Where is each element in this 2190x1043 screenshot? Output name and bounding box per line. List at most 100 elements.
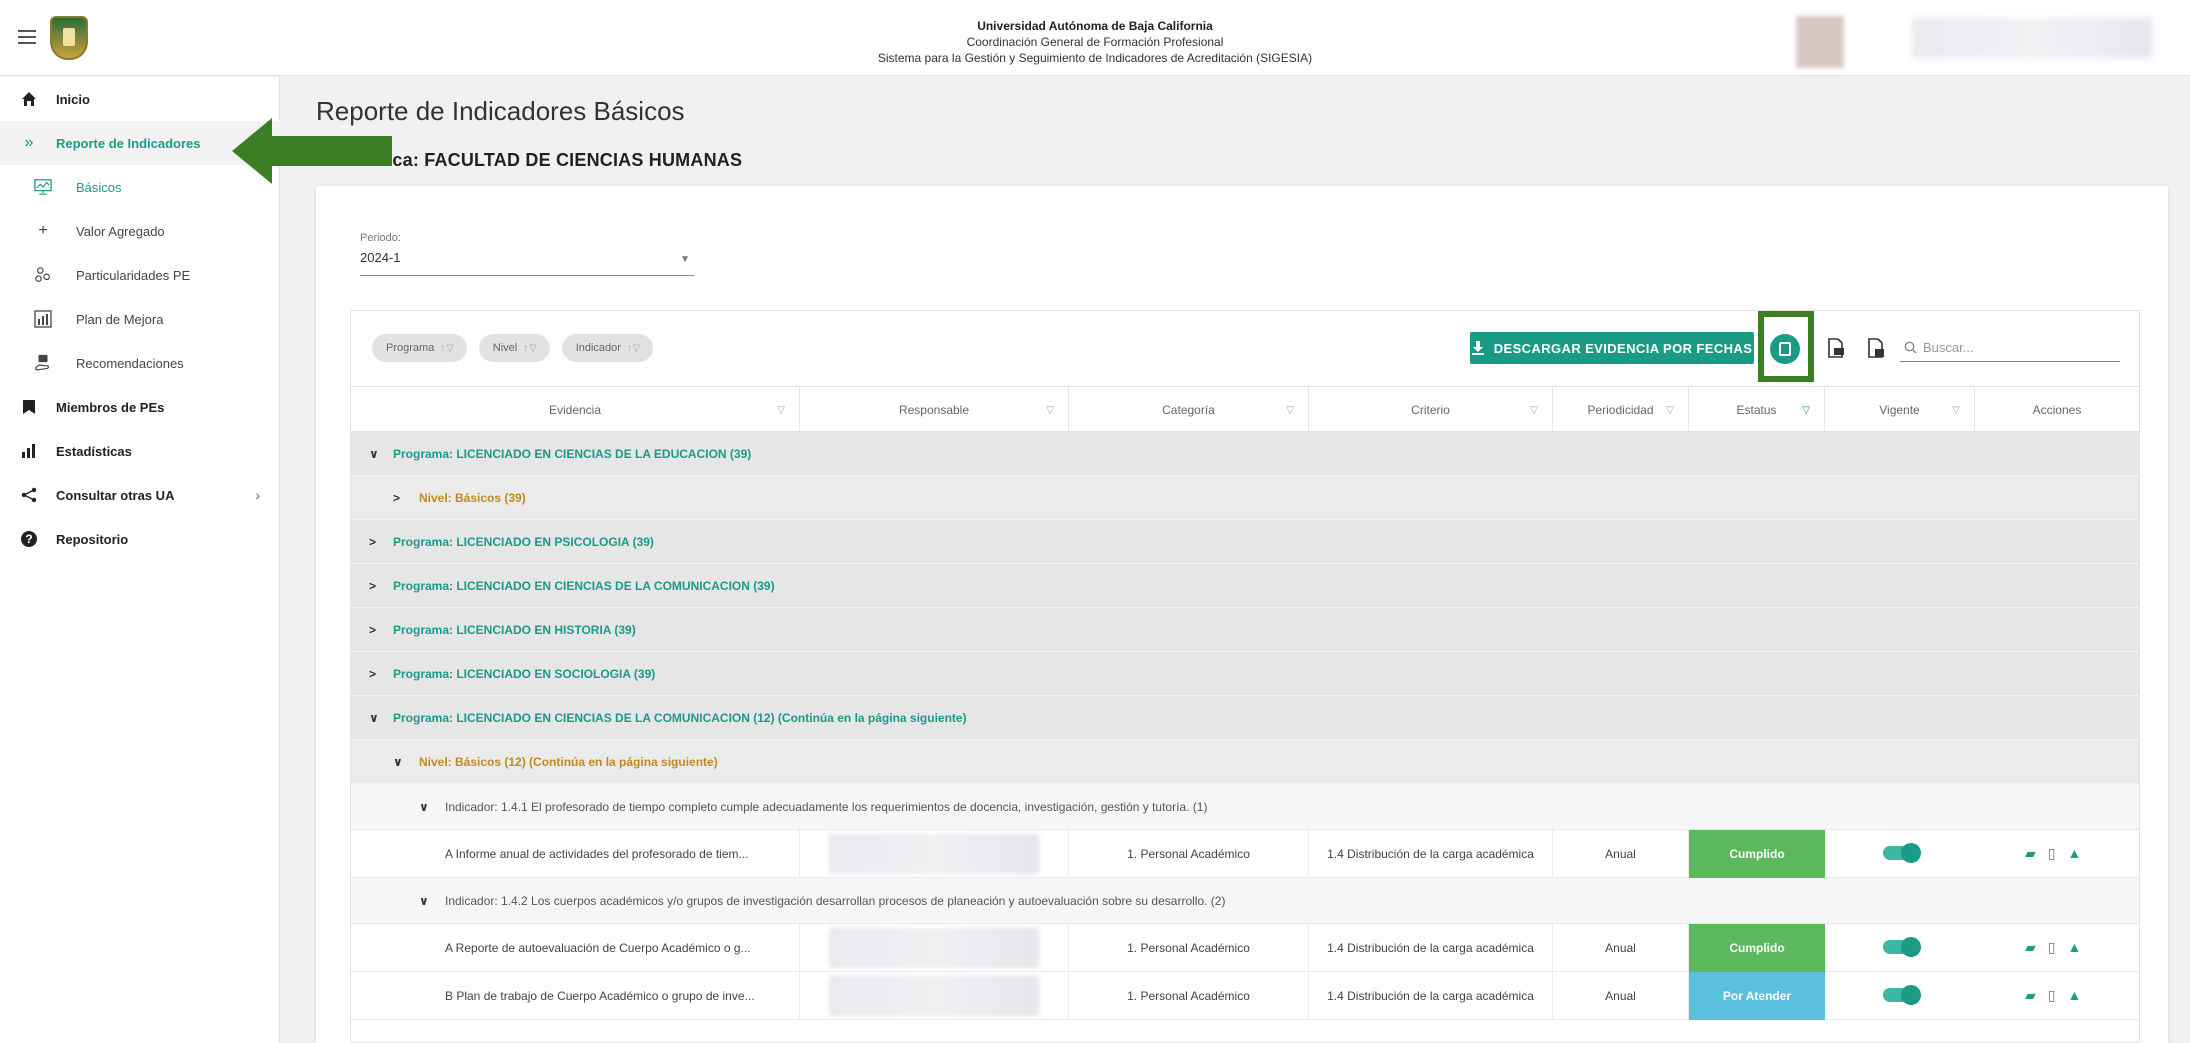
group-label: Programa: LICENCIADO EN PSICOLOGIA (39) <box>393 534 654 549</box>
status-badge: Cumplido <box>1689 830 1825 878</box>
table-row[interactable]: A Reporte de autoevaluación de Cuerpo Ac… <box>351 924 2139 972</box>
sidebar-item-label: Estadísticas <box>56 443 132 459</box>
sidebar-item-valor-agregado[interactable]: + Valor Agregado <box>0 209 280 253</box>
help-icon: ? <box>20 530 38 548</box>
header-title: Universidad Autónoma de Baja California … <box>0 18 2190 66</box>
search-icon <box>1904 341 1917 354</box>
download-evidence-button[interactable]: DESCARGAR EVIDENCIA POR FECHAS <box>1470 332 1754 364</box>
cell-categoria: 1. Personal Académico <box>1069 830 1309 878</box>
sidebar-item-label: Recomendaciones <box>76 355 184 371</box>
sidebar-item-plan-mejora[interactable]: Plan de Mejora <box>0 297 280 341</box>
sidebar-item-particularidades[interactable]: Particularidades PE <box>0 253 280 297</box>
sidebar-item-consultar-ua[interactable]: Consultar otras UA › <box>0 473 280 517</box>
user-icon[interactable]: ▲ <box>2068 987 2082 1004</box>
table-header: Evidencia ▽ Responsable ▽ Categoría ▽ Crite… <box>351 386 2139 433</box>
column-estatus[interactable]: Estatus ▽ <box>1689 387 1825 433</box>
cell-criterio: 1.4 Distribución de la carga académica <box>1309 830 1553 878</box>
document-icon[interactable]: ▯ <box>2048 939 2056 956</box>
chevron-right-icon: > <box>369 622 377 637</box>
sidebar-item-label: Plan de Mejora <box>76 311 164 327</box>
top-header: Universidad Autónoma de Baja California … <box>0 0 2190 76</box>
cell-responsable <box>800 972 1069 1020</box>
sidebar-item-recomendaciones[interactable]: Recomendaciones <box>0 341 280 385</box>
column-evidencia[interactable]: Evidencia ▽ <box>351 387 800 433</box>
csv-export-icon[interactable] <box>1866 337 1886 359</box>
caret-down-icon: ▼ <box>680 254 690 265</box>
cell-periodicidad: Anual <box>1553 972 1689 1020</box>
cell-periodicidad: Anual <box>1553 830 1689 878</box>
comment-icon[interactable]: ▰ <box>2025 987 2036 1004</box>
comment-icon[interactable]: ▰ <box>2025 939 2036 956</box>
sidebar-item-label: Básicos <box>76 179 122 195</box>
vigente-toggle[interactable] <box>1883 937 1921 957</box>
vigente-toggle[interactable] <box>1883 985 1921 1005</box>
filter-icon[interactable]: ▽ <box>1802 405 1810 416</box>
chevron-right-icon: › <box>255 487 260 503</box>
group-row[interactable]: > Programa: LICENCIADO EN HISTORIA (39) <box>351 608 2139 652</box>
cell-categoria: 1. Personal Académico <box>1069 924 1309 972</box>
filter-icon[interactable]: ▽ <box>1530 405 1538 416</box>
filter-icon[interactable]: ▽ <box>777 405 785 416</box>
period-select[interactable]: 2024-1 ▼ <box>360 250 694 276</box>
excel-export-icon[interactable] <box>1826 337 1846 359</box>
group-row[interactable]: > Nivel: Básicos (39) <box>351 476 2139 520</box>
indicator-row[interactable]: ∨ Indicador: 1.4.1 El profesorado de tie… <box>351 784 2139 830</box>
sidebar-item-estadisticas[interactable]: Estadísticas <box>0 429 280 473</box>
system-name: Sistema para la Gestión y Seguimiento de… <box>877 51 1313 65</box>
chip-label: Nivel <box>492 342 518 354</box>
sidebar-item-inicio[interactable]: Inicio <box>0 77 280 121</box>
chip-nivel[interactable]: Nivel ↑ ▽ <box>478 334 550 362</box>
chip-programa[interactable]: Programa ↑ ▽ <box>372 334 467 362</box>
stats-icon <box>20 442 38 460</box>
cell-periodicidad: Anual <box>1553 924 1689 972</box>
column-vigente[interactable]: Vigente ▽ <box>1825 387 1975 433</box>
row-actions: ▰ ▯ ▲ <box>2025 987 2081 1004</box>
cell-evidencia[interactable]: A Informe anual de actividades del profe… <box>351 830 800 878</box>
filter-icon[interactable]: ▽ <box>1952 405 1960 416</box>
filter-icon[interactable]: ▽ <box>1286 405 1294 416</box>
cell-evidencia[interactable]: B Plan de trabajo de Cuerpo Académico o … <box>351 972 800 1020</box>
group-label: Nivel: Básicos (39) <box>419 490 526 505</box>
chevron-down-icon: ∨ <box>393 754 403 769</box>
sidebar-item-miembros[interactable]: Miembros de PEs <box>0 385 280 429</box>
filter-icon[interactable]: ▽ <box>1046 405 1054 416</box>
column-criterio[interactable]: Criterio ▽ <box>1309 387 1553 433</box>
group-row[interactable]: ∨ Programa: LICENCIADO EN CIENCIAS DE LA… <box>351 432 2139 476</box>
grouping-chips: Programa ↑ ▽ Nivel ↑ ▽ Indicador ↑ ▽ <box>372 334 654 362</box>
filter-icon[interactable]: ▽ <box>1666 405 1674 416</box>
sidebar: Inicio » Reporte de Indicadores Básicos … <box>0 77 280 1043</box>
column-categoria[interactable]: Categoría ▽ <box>1069 387 1309 433</box>
column-responsable[interactable]: Responsable ▽ <box>800 387 1069 433</box>
group-row[interactable]: ∨ Programa: LICENCIADO EN CIENCIAS DE LA… <box>351 696 2139 740</box>
comment-icon[interactable]: ▰ <box>2025 845 2036 862</box>
chevron-right-icon: > <box>369 534 377 549</box>
document-icon[interactable]: ▯ <box>2048 845 2056 862</box>
table-row[interactable]: A Informe anual de actividades del profe… <box>351 830 2139 878</box>
chevron-down-icon: ∨ <box>419 893 429 908</box>
vigente-toggle[interactable] <box>1883 843 1921 863</box>
group-row[interactable]: > Programa: LICENCIADO EN SOCIOLOGIA (39… <box>351 652 2139 696</box>
chip-indicador[interactable]: Indicador ↑ ▽ <box>561 334 654 362</box>
table-row[interactable]: B Plan de trabajo de Cuerpo Académico o … <box>351 972 2139 1020</box>
sidebar-item-label: Valor Agregado <box>76 223 165 239</box>
cell-evidencia[interactable]: A Reporte de autoevaluación de Cuerpo Ac… <box>351 924 800 972</box>
group-row[interactable]: > Programa: LICENCIADO EN PSICOLOGIA (39… <box>351 520 2139 564</box>
period-label: Periodo: <box>360 232 401 244</box>
search-input[interactable]: Buscar... <box>1900 334 2120 362</box>
group-label: Nivel: Básicos (12) (Continúa en la pági… <box>419 754 718 769</box>
group-row[interactable]: ∨ Nivel: Básicos (12) (Continúa en la pá… <box>351 740 2139 784</box>
sidebar-item-label: Repositorio <box>56 531 129 547</box>
user-icon[interactable]: ▲ <box>2068 939 2082 956</box>
group-row[interactable]: > Programa: LICENCIADO EN CIENCIAS DE LA… <box>351 564 2139 608</box>
user-avatar[interactable] <box>1796 16 1844 68</box>
sidebar-item-repositorio[interactable]: ? Repositorio <box>0 517 280 561</box>
group-label: Programa: LICENCIADO EN CIENCIAS DE LA C… <box>393 578 775 593</box>
chip-label: Programa <box>386 342 435 354</box>
column-periodicidad[interactable]: Periodicidad ▽ <box>1553 387 1689 433</box>
chart-monitor-icon <box>34 178 52 196</box>
coordination-name: Coordinación General de Formación Profes… <box>966 35 1224 49</box>
indicator-row[interactable]: ∨ Indicador: 1.4.2 Los cuerpos académico… <box>351 878 2139 924</box>
document-icon[interactable]: ▯ <box>2048 987 2056 1004</box>
user-icon[interactable]: ▲ <box>2068 845 2082 862</box>
bookmark-icon <box>20 398 38 416</box>
